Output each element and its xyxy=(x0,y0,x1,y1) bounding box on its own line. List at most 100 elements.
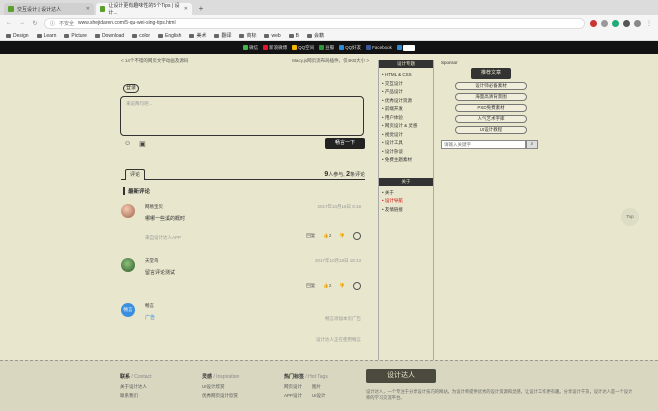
recommended-link[interactable]: 海量高清背景图 xyxy=(455,93,527,101)
nav-item[interactable]: 设计工具 xyxy=(382,139,430,148)
footer-tag[interactable]: APP设计 xyxy=(284,393,302,399)
reply-button[interactable]: 回复 xyxy=(306,233,315,239)
nav-item[interactable]: 优秀设计资源 xyxy=(382,97,430,106)
address-bar[interactable]: ⓘ 不安全 www.shejidaren.com/5-qu-wei-sing-t… xyxy=(44,17,585,29)
extension-icon[interactable] xyxy=(590,19,597,27)
nav-item[interactable]: 网页设计 & 灵感 xyxy=(382,122,430,131)
bookmark-folder[interactable]: Design xyxy=(6,33,29,39)
info-icon[interactable]: ⓘ xyxy=(50,20,55,27)
footer-link[interactable]: 优秀网页设计欣赏 xyxy=(202,393,238,399)
recommended-link[interactable]: PSD免费素材 xyxy=(455,104,527,112)
nav-item[interactable]: 前端开发 xyxy=(382,105,430,114)
dislike-icon[interactable]: 👎 xyxy=(339,233,345,239)
extension-icon[interactable] xyxy=(623,19,630,27)
dislike-icon[interactable]: 👎 xyxy=(339,283,345,289)
ad-badge[interactable]: 广告 xyxy=(145,314,155,321)
reload-icon[interactable]: ↻ xyxy=(31,20,39,27)
footer-link[interactable]: 联系我们 xyxy=(120,393,138,399)
browser-tab-2[interactable]: 让设计更有趣味性的5个Tips | 设计... ✕ xyxy=(96,3,192,16)
nav-item[interactable]: 设计导航 xyxy=(382,197,430,206)
share-weibo[interactable]: 新浪微博 xyxy=(263,45,287,51)
folder-icon xyxy=(288,33,294,38)
search-button[interactable]: ⌕ xyxy=(526,140,538,149)
nav-item[interactable]: 产品设计 xyxy=(382,88,430,97)
nav-item[interactable]: 设计杂谈 xyxy=(382,148,430,157)
comment-author[interactable]: 天堂鸟 xyxy=(145,258,159,264)
new-tab-button[interactable]: + xyxy=(196,4,206,14)
footer-tag[interactable]: UI设计 xyxy=(312,393,326,399)
bookmark-folder[interactable]: 商标 xyxy=(239,32,256,39)
share-douban[interactable]: 豆瓣 xyxy=(319,45,334,51)
share-facebook[interactable]: Facebook xyxy=(366,45,392,50)
main-column: < 14个不错的网页文字动画及源码 Macy.js网页流布局插件，仅4KB大小 … xyxy=(117,54,373,360)
avatar[interactable] xyxy=(121,258,135,272)
recommended-link[interactable]: 设计师必备素材 xyxy=(455,82,527,90)
footer-link[interactable]: 关于设计达人 xyxy=(120,384,147,390)
share-icon[interactable] xyxy=(353,282,361,290)
comment-time: 2017年10月18日 18:13 xyxy=(314,258,361,263)
browser-tabbar: 交互设计 | 设计达人 ✕ 让设计更有趣味性的5个Tips | 设计... ✕ … xyxy=(0,0,658,16)
bookmark-folder[interactable]: Picture xyxy=(64,33,87,39)
share-qzone[interactable]: QQ空间 xyxy=(292,45,314,51)
recommended-link[interactable]: UI设计教程 xyxy=(455,126,527,134)
bookmark-folder[interactable]: Learn xyxy=(36,33,56,39)
nav-item[interactable]: 交互设计 xyxy=(382,80,430,89)
image-icon[interactable]: ▣ xyxy=(139,140,146,148)
like-button[interactable]: 👍2 xyxy=(323,233,331,239)
footer-tag[interactable]: 网页设计 xyxy=(284,384,302,390)
tab-comments[interactable]: 评论 xyxy=(125,169,145,180)
nav-item[interactable]: 视觉设计 xyxy=(382,131,430,140)
footer-logo[interactable]: 设计达人 xyxy=(366,369,436,383)
share-more[interactable] xyxy=(396,44,415,51)
comment-author[interactable]: 网易宝贝 xyxy=(145,204,163,210)
share-icon[interactable] xyxy=(353,232,361,240)
like-button[interactable]: 👍2 xyxy=(323,283,331,289)
nav-item[interactable]: HTML & CSS xyxy=(382,71,430,80)
ad-note[interactable]: 畅言添加本页广告 xyxy=(325,316,361,322)
share-wechat[interactable]: 微信 xyxy=(243,45,258,51)
nav-item[interactable]: 用户体验 xyxy=(382,114,430,123)
bookmark-folder[interactable]: English xyxy=(158,33,181,39)
share-qq[interactable]: QQ好友 xyxy=(339,45,361,51)
folder-icon xyxy=(307,33,313,38)
profile-avatar[interactable] xyxy=(634,19,641,27)
footer-link[interactable]: UI设计欣赏 xyxy=(202,384,225,390)
avatar[interactable]: 畅言 xyxy=(121,303,135,317)
recommended-link[interactable]: 人气艺术字库 xyxy=(455,115,527,123)
nav-item[interactable]: 友情链接 xyxy=(382,206,430,215)
footer-tags: 热门标签 / Hot Tags 网页设计 图片 APP设计 UI设计 xyxy=(284,373,328,402)
search-input[interactable] xyxy=(441,140,526,149)
comment-input[interactable]: 来说两句吧... xyxy=(120,96,364,136)
nav-item[interactable]: 免费主题素材 xyxy=(382,156,430,165)
share-bar: 微信 新浪微博 QQ空间 豆瓣 QQ好友 Facebook xyxy=(0,41,658,54)
bookmark-folder[interactable]: Download xyxy=(94,33,124,39)
comment-item: 网易宝贝 2017年10月18日 8:18 哪哪一些溪的概时 来自设计达人APP… xyxy=(121,204,365,250)
powered-by-note[interactable]: 设计达人正在使用畅言 xyxy=(316,337,361,343)
extension-icon[interactable] xyxy=(601,19,608,27)
back-icon[interactable]: ← xyxy=(5,20,13,26)
extension-icon[interactable] xyxy=(612,19,619,27)
next-post-link[interactable]: Macy.js网页流布局插件，仅4KB大小 > xyxy=(292,58,369,64)
close-tab-icon[interactable]: ✕ xyxy=(184,6,188,12)
prev-post-link[interactable]: < 14个不错的网页文字动画及源码 xyxy=(121,58,188,64)
bookmark-folder[interactable]: 会籍 xyxy=(307,32,324,39)
bookmark-folder[interactable]: B xyxy=(288,33,299,39)
browser-tab-1[interactable]: 交互设计 | 设计达人 ✕ xyxy=(4,3,94,15)
emoji-icon[interactable]: ☺ xyxy=(124,140,131,148)
forward-icon[interactable]: → xyxy=(18,20,26,26)
recommended-heading: 推荐文章 xyxy=(471,68,511,79)
footer-tag[interactable]: 图片 xyxy=(312,384,321,390)
bookmark-folder[interactable]: web xyxy=(264,33,281,39)
comment-author[interactable]: 畅言 xyxy=(145,303,154,309)
menu-icon[interactable]: ⋮ xyxy=(645,20,653,27)
back-to-top-button[interactable]: Top xyxy=(621,208,639,226)
close-tab-icon[interactable]: ✕ xyxy=(86,6,90,12)
submit-comment-button[interactable]: 畅言一下 xyxy=(325,138,365,149)
nav-item[interactable]: 关于 xyxy=(382,189,430,198)
bookmark-folder[interactable]: 美术 xyxy=(189,32,206,39)
bookmark-folder[interactable]: 翻译 xyxy=(214,32,231,39)
reply-button[interactable]: 回复 xyxy=(306,283,315,289)
avatar[interactable] xyxy=(121,204,135,218)
bookmark-folder[interactable]: color xyxy=(132,33,150,39)
login-button[interactable]: 登录 xyxy=(123,84,139,93)
